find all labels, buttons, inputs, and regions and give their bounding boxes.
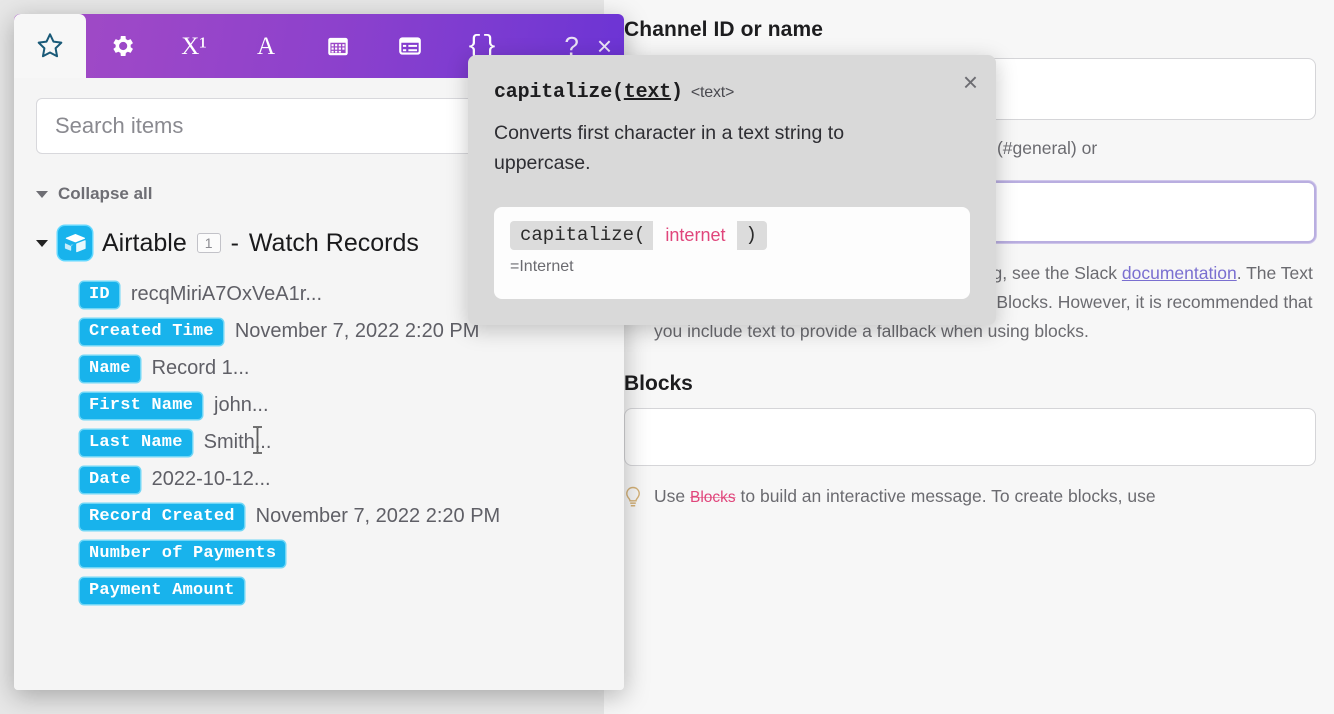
field-value: November 7, 2022 2:20 PM xyxy=(256,505,501,528)
function-help-popup: × capitalize(text)<text> Converts first … xyxy=(468,55,996,325)
star-icon xyxy=(34,30,66,62)
tab-date[interactable] xyxy=(302,14,374,78)
screen: Channel ID or name …l, private channel, … xyxy=(0,0,1334,714)
app-name: Airtable xyxy=(102,229,187,258)
example-function-token: capitalize( xyxy=(510,221,653,250)
blocks-tip: Use Blocks to build an interactive messa… xyxy=(624,482,1324,515)
field-value: Record 1... xyxy=(152,357,250,380)
superscript-icon: X¹ xyxy=(181,34,207,59)
slack-documentation-link[interactable]: documentation xyxy=(1122,263,1237,283)
blocks-tip-after: to build an interactive message. To crea… xyxy=(736,486,1156,506)
field-chip[interactable]: First Name xyxy=(80,393,202,419)
list-item[interactable]: Payment Amount xyxy=(80,572,624,609)
chevron-down-icon[interactable] xyxy=(36,240,48,247)
tab-favorites[interactable] xyxy=(14,14,86,78)
tab-text[interactable]: A xyxy=(230,14,302,78)
tab-math[interactable]: X¹ xyxy=(158,14,230,78)
argument-type: <text> xyxy=(691,84,734,101)
field-chip[interactable]: Record Created xyxy=(80,504,244,530)
field-value: November 7, 2022 2:20 PM xyxy=(235,320,480,343)
list-item[interactable]: Date 2022-10-12... xyxy=(80,461,624,498)
gear-icon xyxy=(108,32,136,60)
list-item[interactable]: Last Name Smith... xyxy=(80,424,624,461)
blocks-tip-before: Use xyxy=(654,486,690,506)
signature-close: ) xyxy=(671,81,683,104)
blocks-input[interactable] xyxy=(624,408,1316,466)
blocks-tip-text: Use Blocks to build an interactive messa… xyxy=(654,482,1156,515)
example-result: =Internet xyxy=(510,258,954,276)
field-chip[interactable]: Payment Amount xyxy=(80,578,244,604)
table-icon xyxy=(397,33,423,59)
app-step-badge: 1 xyxy=(197,233,221,253)
search-placeholder: Search items xyxy=(55,113,183,139)
function-description: Converts first character in a text strin… xyxy=(494,118,924,178)
field-chip[interactable]: Name xyxy=(80,356,140,382)
list-item[interactable]: First Name john... xyxy=(80,387,624,424)
function-signature: capitalize(text) <text> xyxy=(494,81,970,104)
list-item[interactable]: Name Record 1... xyxy=(80,350,624,387)
field-value: recqMiriA7OxVeA1r... xyxy=(131,283,322,306)
list-item[interactable]: Number of Payments xyxy=(80,535,624,572)
signature-fn: capitalize( xyxy=(494,81,624,104)
blocks-field-label: Blocks xyxy=(624,372,1312,396)
lightbulb-icon xyxy=(624,486,642,515)
field-value: john... xyxy=(214,394,268,417)
field-chip[interactable]: Created Time xyxy=(80,319,223,345)
list-item[interactable]: Record Created November 7, 2022 2:20 PM xyxy=(80,498,624,535)
channel-field-label: Channel ID or name xyxy=(624,18,1312,42)
example-expression: capitalize( internet ) xyxy=(510,221,954,250)
field-list: ID recqMiriA7OxVeA1r... Created Time Nov… xyxy=(14,276,624,609)
field-chip[interactable]: Number of Payments xyxy=(80,541,285,567)
field-value: 2022-10-12... xyxy=(152,468,271,491)
app-action-name: Watch Records xyxy=(249,229,419,258)
field-chip[interactable]: Last Name xyxy=(80,430,192,456)
tab-settings[interactable] xyxy=(86,14,158,78)
close-icon[interactable]: × xyxy=(963,69,978,95)
chevron-down-icon xyxy=(36,191,48,198)
airtable-icon xyxy=(58,226,92,260)
collapse-all-label: Collapse all xyxy=(58,184,152,204)
blocks-code-token[interactable]: Blocks xyxy=(690,489,736,506)
field-chip[interactable]: ID xyxy=(80,282,119,308)
calendar-icon xyxy=(325,33,351,59)
tab-table[interactable] xyxy=(374,14,446,78)
field-chip[interactable]: Date xyxy=(80,467,140,493)
example-close-paren: ) xyxy=(737,221,766,250)
example-argument: internet xyxy=(655,225,735,246)
app-separator: - xyxy=(231,229,239,258)
field-value: Smith... xyxy=(204,431,272,454)
text-format-icon: A xyxy=(257,34,275,59)
function-example: capitalize( internet ) =Internet xyxy=(494,207,970,299)
signature-arg: text xyxy=(624,81,671,104)
